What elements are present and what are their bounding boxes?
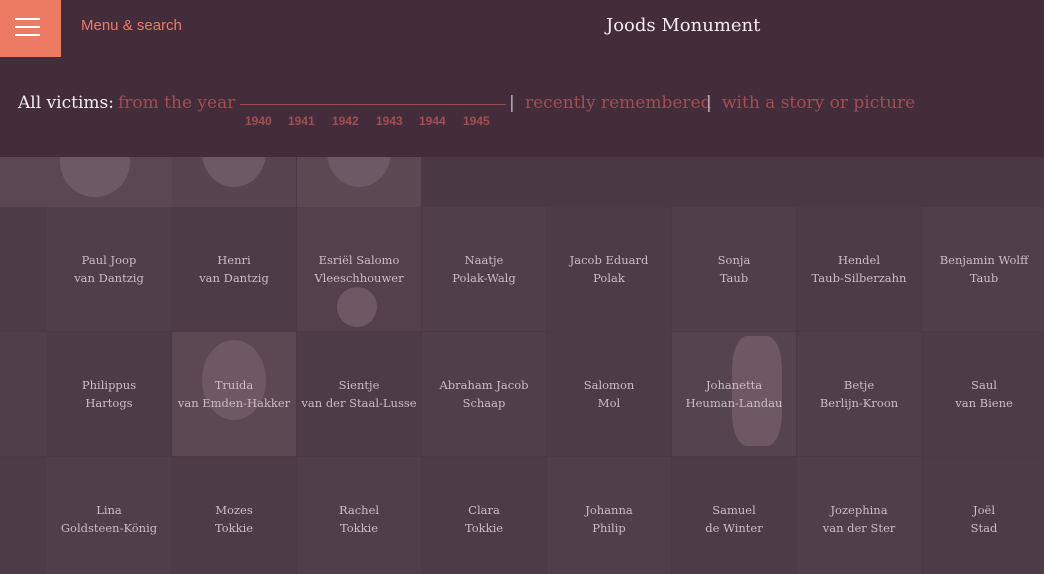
victim-tile[interactable]: Sonja Taub [672, 207, 796, 331]
victim-name: Salomon Mol [583, 378, 635, 410]
filter-separator: | [509, 93, 515, 113]
victim-tile[interactable]: d zig [0, 207, 47, 331]
year-1943[interactable]: 1943 [376, 114, 403, 128]
victim-name: Saul van Biene [955, 378, 1013, 410]
victim-tile[interactable]: Mozes Tokkie [172, 457, 296, 574]
victim-tile[interactable]: Samuel de Winter [672, 457, 796, 574]
victim-name: Hendel Taub-Silberzahn [811, 253, 907, 285]
victim-tile[interactable]: Hendel Taub-Silberzahn [797, 207, 921, 331]
victim-name: Joël Stad [970, 503, 998, 535]
victim-tile[interactable]: Lina Goldsteen-König [47, 457, 171, 574]
victim-tile[interactable]: Benjamin Wolff Taub [922, 207, 1044, 331]
victim-name: Abraham Jacob Schaap [439, 378, 529, 410]
victim-photo-tile[interactable] [0, 157, 172, 207]
victim-tile[interactable]: en [0, 457, 47, 574]
victim-name: Henri van Dantzig [199, 253, 269, 285]
victim-tile[interactable]: Henri van Dantzig [172, 207, 296, 331]
victim-tile[interactable]: Philippus Hartogs [47, 332, 171, 456]
victim-name: Rachel Tokkie [338, 503, 380, 535]
victim-name: Sonja Taub [717, 253, 751, 285]
victim-tile[interactable]: Esriël Salomo Vleeschhouwer [297, 207, 421, 331]
year-1940[interactable]: 1940 [245, 114, 272, 128]
victim-tile[interactable]: Abraham Jacob Schaap [422, 332, 546, 456]
victim-name: Samuel de Winter [705, 503, 763, 535]
victim-tile[interactable]: Johanna Philip [547, 457, 671, 574]
victim-name: Jacob Eduard Polak [569, 253, 649, 285]
year-1942[interactable]: 1942 [332, 114, 359, 128]
victim-photo-tile[interactable] [172, 157, 296, 207]
year-timeline [240, 104, 506, 105]
filter-separator: | [706, 93, 712, 113]
victim-name: Betje Berlijn-Kroon [819, 378, 899, 410]
filters-lead: All victims: [18, 93, 114, 113]
victim-tile[interactable]: Joël Stad [922, 457, 1044, 574]
victim-tile[interactable]: Rachel Tokkie [297, 457, 421, 574]
site-title: Joods Monument [606, 15, 761, 36]
menu-icon-bar [15, 26, 40, 28]
victim-name: Lina Goldsteen-König [60, 503, 158, 535]
victim-name: Sientje van der Staal-Lusse [301, 378, 417, 410]
top-header: Menu & search Joods Monument All victims… [0, 0, 1044, 157]
year-1944[interactable]: 1944 [419, 114, 446, 128]
victim-tile[interactable]: Truida van Emden-Hakker [172, 332, 296, 456]
victims-grid: d zig Paul Joop van Dantzig Henri van Da… [0, 157, 1044, 574]
victim-name: Paul Joop van Dantzig [74, 253, 144, 285]
hamburger-menu-button[interactable] [0, 0, 61, 57]
victim-photo [337, 287, 377, 327]
filter-recently-remembered[interactable]: recently remembered [525, 93, 712, 113]
victim-name: Clara Tokkie [464, 503, 504, 535]
victim-name: Mozes Tokkie [214, 503, 254, 535]
menu-search-link[interactable]: Menu & search [81, 17, 182, 34]
victim-name: Johanna Philip [585, 503, 633, 535]
menu-icon [15, 18, 40, 20]
victim-name: Jozephina van der Ster [822, 503, 896, 535]
victim-tile[interactable]: Betje Berlijn-Kroon [797, 332, 921, 456]
victim-name: Naatje Polak-Walg [452, 253, 516, 285]
menu-icon-bar [15, 34, 40, 36]
victim-tile[interactable]: Sientje van der Staal-Lusse [297, 332, 421, 456]
filter-story-or-picture[interactable]: with a story or picture [722, 93, 915, 113]
victim-tile[interactable]: Salomon Mol [547, 332, 671, 456]
victim-tile[interactable]: Clara Tokkie [422, 457, 546, 574]
victim-name: Truida van Emden-Hakker [177, 378, 291, 410]
victim-tile[interactable]: Naatje Polak-Walg [422, 207, 546, 331]
victim-name: Johanetta Heuman-Landau [685, 378, 783, 410]
filter-from-year[interactable]: from the year [118, 93, 235, 113]
victim-tile[interactable]: Jacob Eduard Polak [547, 207, 671, 331]
victim-tile[interactable]: Johanetta Heuman-Landau [672, 332, 796, 456]
victim-tile[interactable]: g [0, 332, 47, 456]
victim-name: Benjamin Wolff Taub [939, 253, 1029, 285]
victim-photo-tile[interactable] [297, 157, 421, 207]
year-1941[interactable]: 1941 [288, 114, 315, 128]
victim-tile[interactable]: Paul Joop van Dantzig [47, 207, 171, 331]
victim-name: Philippus Hartogs [81, 378, 137, 410]
year-1945[interactable]: 1945 [463, 114, 490, 128]
victim-tile[interactable]: Saul van Biene [922, 332, 1044, 456]
victim-name: Esriël Salomo Vleeschhouwer [314, 253, 404, 285]
victim-tile[interactable]: Jozephina van der Ster [797, 457, 921, 574]
